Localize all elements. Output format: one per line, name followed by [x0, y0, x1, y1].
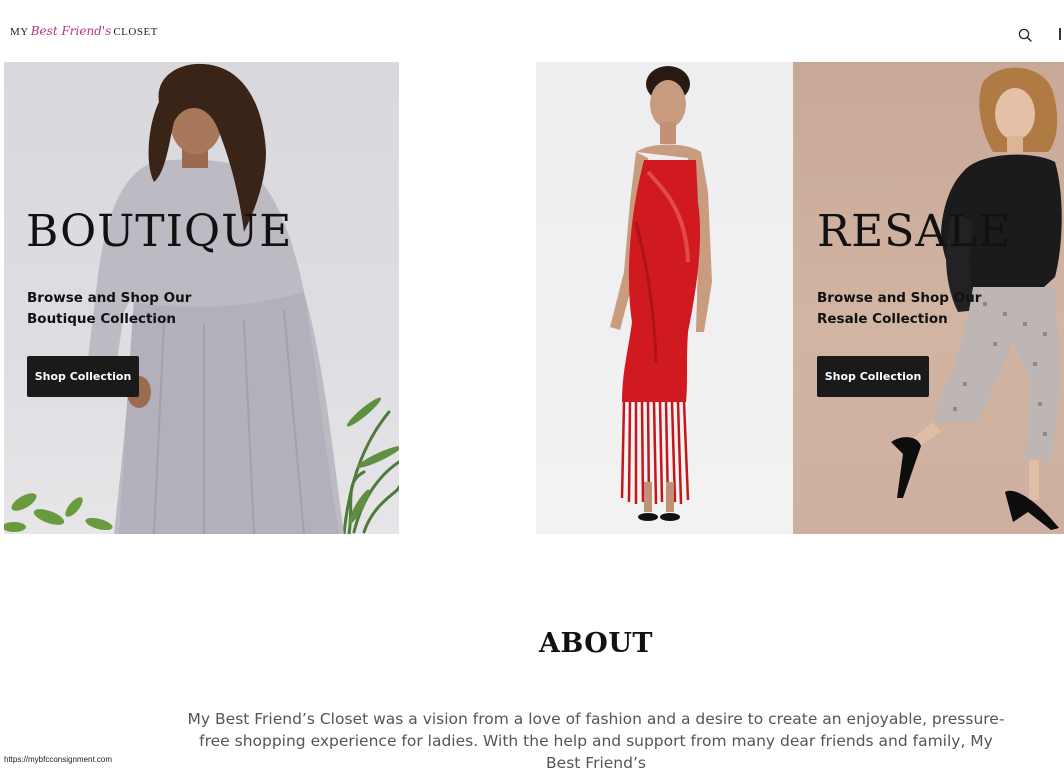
page: MY Best Friend's CLOSET BOUTIQUE Browse …: [0, 0, 1064, 780]
boutique-title: BOUTIQUE: [26, 206, 293, 257]
boutique-hero: BOUTIQUE Browse and Shop Our Boutique Co…: [4, 62, 399, 534]
boutique-subtitle-line2: Boutique Collection: [27, 311, 176, 327]
search-icon: [1018, 28, 1032, 42]
search-button[interactable]: [1014, 24, 1036, 46]
boutique-shop-collection-button[interactable]: Shop Collection: [27, 356, 139, 397]
logo-text-best-friends: Best Friend's: [30, 24, 112, 38]
resale-shop-collection-button[interactable]: Shop Collection: [817, 356, 929, 397]
resale-subtitle-line2: Resale Collection: [817, 311, 948, 327]
status-bar-url: https://mybfcconsignment.com: [0, 755, 117, 764]
red-dress-model-image: [610, 66, 712, 521]
resale-subtitle: Browse and Shop Our Resale Collection: [817, 288, 1007, 330]
resale-hero: RESALE Browse and Shop Our Resale Collec…: [793, 62, 1064, 534]
cart-icon[interactable]: [1059, 28, 1064, 40]
featured-dress-image: [536, 62, 793, 534]
site-logo[interactable]: MY Best Friend's CLOSET: [10, 24, 158, 44]
site-header: MY Best Friend's CLOSET: [0, 0, 1064, 62]
logo-text-my: MY: [10, 26, 29, 38]
about-title: ABOUT: [539, 628, 653, 659]
boutique-subtitle: Browse and Shop Our Boutique Collection: [27, 288, 217, 330]
hero-gap: [399, 62, 536, 534]
logo-text-closet: CLOSET: [113, 26, 158, 38]
boutique-subtitle-line1: Browse and Shop Our: [27, 290, 192, 306]
resale-subtitle-line1: Browse and Shop Our: [817, 290, 982, 306]
about-text: My Best Friend’s Closet was a vision fro…: [187, 710, 1005, 772]
resale-title: RESALE: [817, 206, 1012, 257]
